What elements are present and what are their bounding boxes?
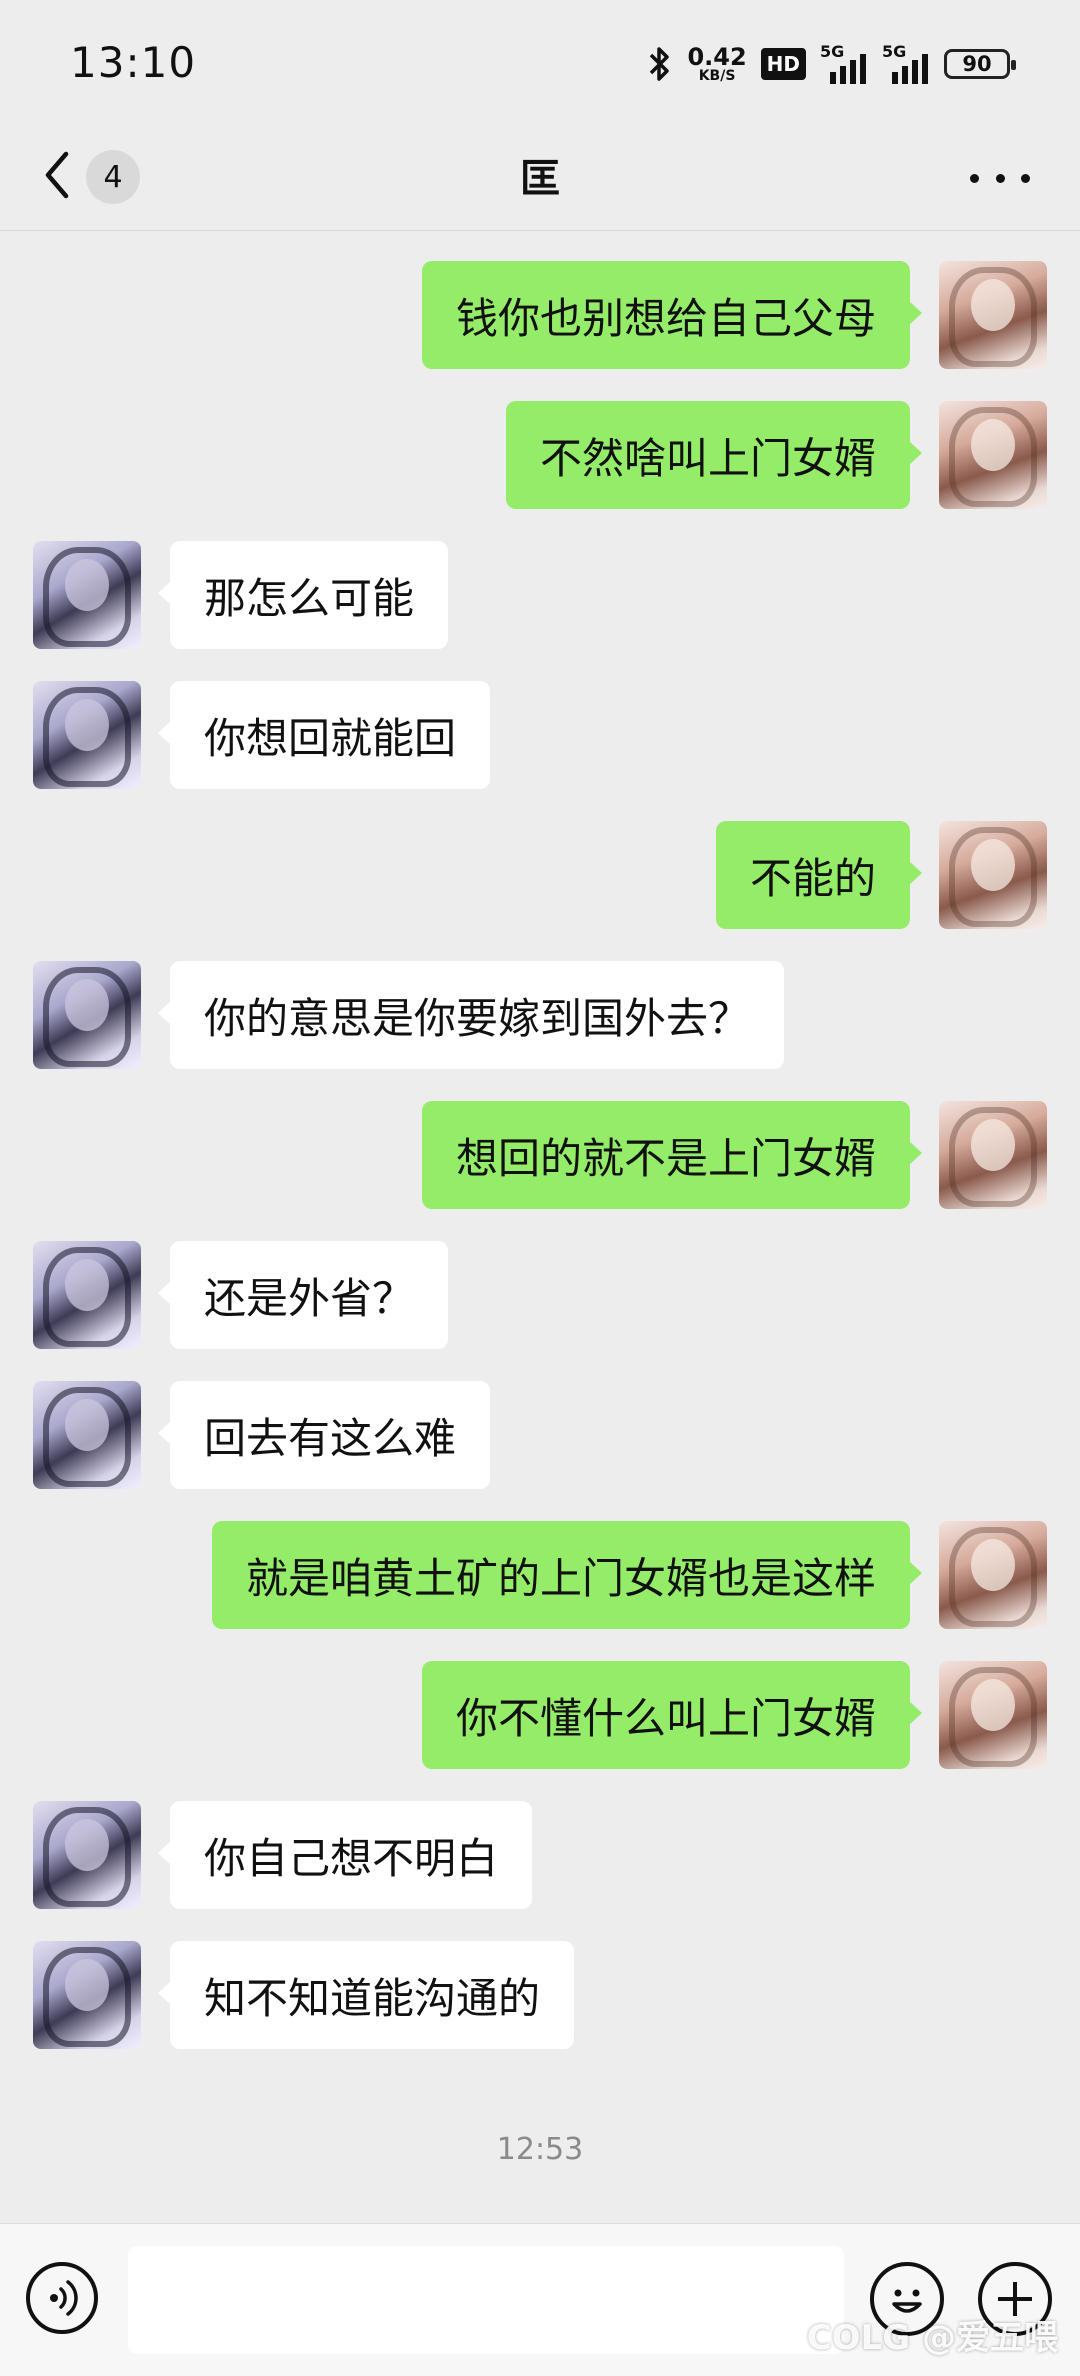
watermark: COLG @爱五喂 bbox=[806, 2318, 1058, 2358]
message-input[interactable] bbox=[128, 2246, 844, 2354]
message-row: 不然啥叫上门女婿 bbox=[0, 401, 1080, 509]
message-bubble[interactable]: 你的意思是你要嫁到国外去？ bbox=[157, 961, 785, 1069]
contact-avatar[interactable] bbox=[33, 1241, 141, 1349]
message-row: 回去有这么难 bbox=[0, 1381, 1080, 1489]
message-row: 钱你也别想给自己父母 bbox=[0, 261, 1080, 369]
message-row: 你想回就能回 bbox=[0, 681, 1080, 789]
signal-icon-2: 5G bbox=[882, 42, 930, 84]
message-bubble[interactable]: 回去有这么难 bbox=[157, 1381, 491, 1489]
message-row: 知不知道能沟通的 bbox=[0, 1941, 1080, 2049]
chat-header: 4 匡 bbox=[0, 120, 1080, 231]
contact-avatar[interactable] bbox=[33, 681, 141, 789]
contact-avatar[interactable] bbox=[33, 541, 141, 649]
contact-avatar[interactable] bbox=[33, 1941, 141, 2049]
message-row: 想回的就不是上门女婿 bbox=[0, 1101, 1080, 1209]
message-timestamp: 12:53 bbox=[496, 2132, 584, 2167]
message-row: 你的意思是你要嫁到国外去？ bbox=[0, 961, 1080, 1069]
status-bar: 13:10 0.42 KB/S HD 5G 5G 90 bbox=[0, 0, 1080, 120]
message-bubble[interactable]: 那怎么可能 bbox=[157, 541, 449, 649]
contact-avatar[interactable] bbox=[33, 961, 141, 1069]
message-row: 你自己想不明白 bbox=[0, 1801, 1080, 1909]
my-avatar[interactable] bbox=[939, 401, 1047, 509]
more-icon[interactable] bbox=[970, 158, 1030, 198]
message-row: 你不懂什么叫上门女婿 bbox=[0, 1661, 1080, 1769]
hd-voice-icon: HD bbox=[760, 48, 806, 80]
message-bubble[interactable]: 你不懂什么叫上门女婿 bbox=[421, 1661, 923, 1769]
message-bubble[interactable]: 就是咱黄土矿的上门女婿也是这样 bbox=[211, 1521, 923, 1629]
message-bubble[interactable]: 知不知道能沟通的 bbox=[157, 1941, 575, 2049]
chat-title: 匡 bbox=[520, 156, 560, 202]
signal-icon-1: 5G bbox=[820, 42, 868, 84]
message-bubble[interactable]: 你自己想不明白 bbox=[157, 1801, 533, 1909]
voice-icon bbox=[50, 2280, 78, 2316]
my-avatar[interactable] bbox=[939, 1101, 1047, 1209]
my-avatar[interactable] bbox=[939, 1661, 1047, 1769]
message-row: 不能的 bbox=[0, 821, 1080, 929]
network-speed: 0.42 KB/S bbox=[687, 43, 747, 84]
message-bubble[interactable]: 不能的 bbox=[715, 821, 923, 929]
my-avatar[interactable] bbox=[939, 261, 1047, 369]
message-bubble[interactable]: 你想回就能回 bbox=[157, 681, 491, 789]
message-bubble[interactable]: 想回的就不是上门女婿 bbox=[421, 1101, 923, 1209]
message-row: 就是咱黄土矿的上门女婿也是这样 bbox=[0, 1521, 1080, 1629]
message-row: 那怎么可能 bbox=[0, 541, 1080, 649]
my-avatar[interactable] bbox=[939, 821, 1047, 929]
voice-button[interactable] bbox=[26, 2262, 98, 2334]
message-list[interactable]: 钱你也别想给自己父母 不然啥叫上门女婿 那怎么可能 你想回就能回 不能的 你的意… bbox=[0, 231, 1080, 2221]
message-bubble[interactable]: 还是外省？ bbox=[157, 1241, 449, 1349]
status-time: 13:10 bbox=[70, 38, 197, 87]
bluetooth-icon bbox=[650, 47, 670, 81]
message-row: 还是外省？ bbox=[0, 1241, 1080, 1349]
message-bubble[interactable]: 不然啥叫上门女婿 bbox=[505, 401, 923, 509]
battery-icon: 90 bbox=[944, 49, 1016, 79]
my-avatar[interactable] bbox=[939, 1521, 1047, 1629]
contact-avatar[interactable] bbox=[33, 1801, 141, 1909]
contact-avatar[interactable] bbox=[33, 1381, 141, 1489]
message-bubble[interactable]: 钱你也别想给自己父母 bbox=[421, 261, 923, 369]
status-icons: 0.42 KB/S HD 5G 5G 90 bbox=[647, 40, 1016, 88]
